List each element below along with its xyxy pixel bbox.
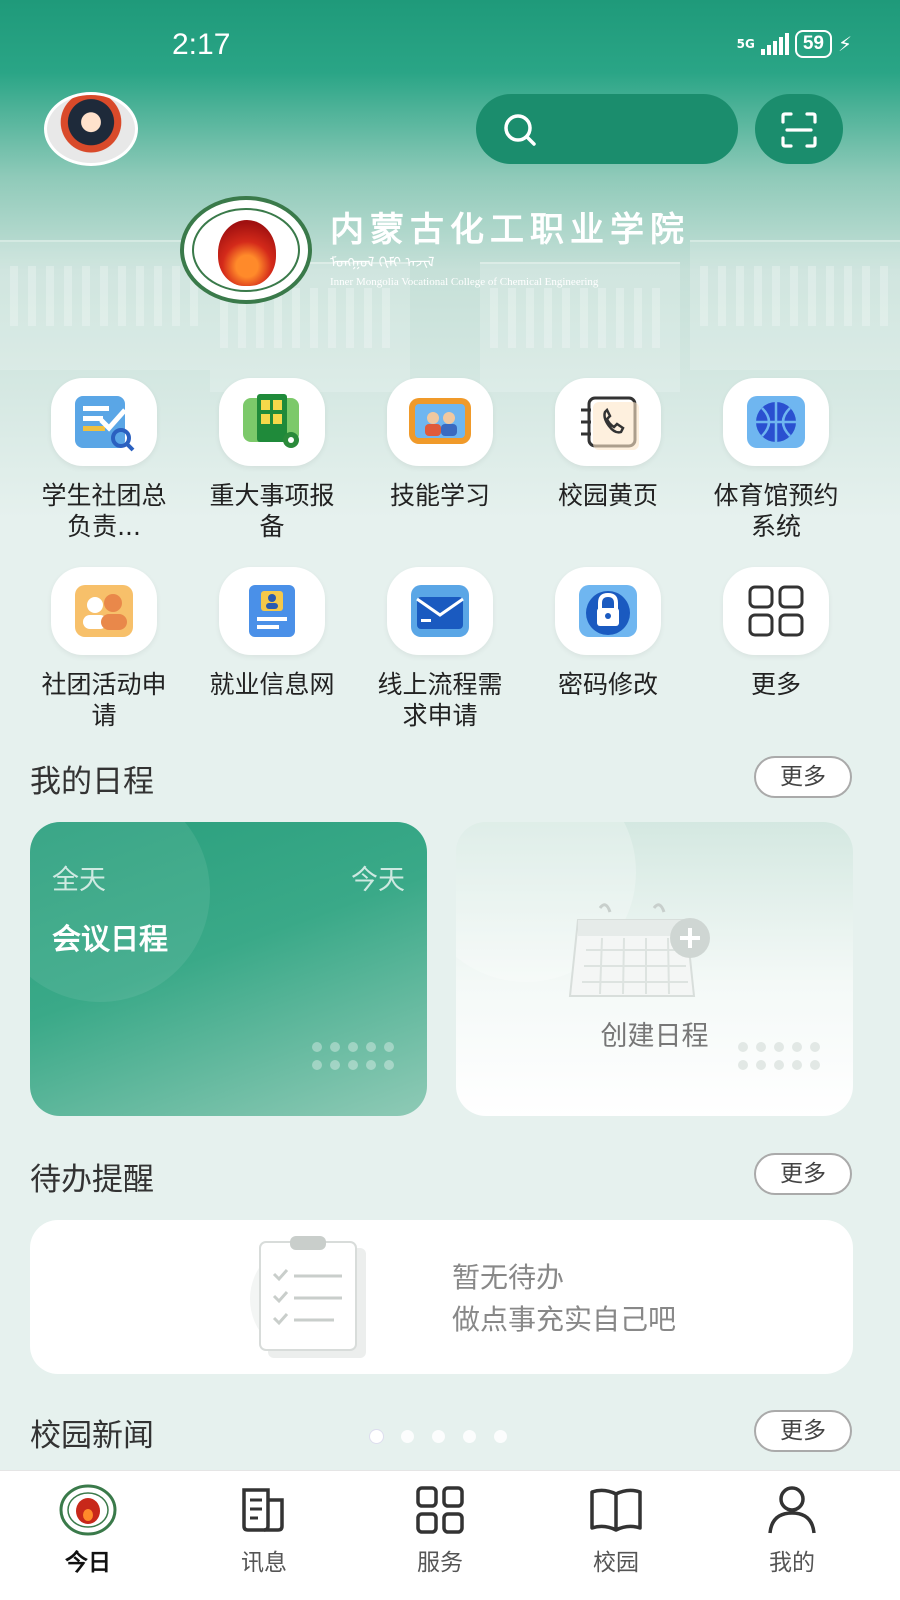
search-icon xyxy=(504,114,536,146)
tab-label: 服务 xyxy=(417,1550,463,1576)
service-club-activity-apply[interactable]: 社团活动申请 xyxy=(20,567,188,742)
phone-book-icon xyxy=(555,378,661,466)
section-title-schedule: 我的日程 xyxy=(30,764,154,800)
envelope-icon xyxy=(387,567,493,655)
bottom-tab-bar: 今日 讯息 服务 校园 我的 xyxy=(0,1470,900,1600)
schedule-day: 今天 xyxy=(351,865,405,896)
tab-campus[interactable]: 校园 xyxy=(556,1481,676,1577)
service-campus-yellow-pages[interactable]: 校园黄页 xyxy=(524,378,692,553)
college-name: 内蒙古化工职业学院 xyxy=(330,210,690,250)
section-title-todo: 待办提醒 xyxy=(30,1162,154,1198)
tab-label: 今日 xyxy=(65,1550,111,1576)
section-title-news: 校园新闻 xyxy=(30,1418,154,1454)
service-password-change[interactable]: 密码修改 xyxy=(524,567,692,742)
clipboard-check-icon xyxy=(51,378,157,466)
battery-level: 59 xyxy=(802,33,824,54)
service-label: 社团活动申请 xyxy=(41,670,167,730)
network-label: 5G xyxy=(736,36,755,51)
status-bar: 2:17 5G 59 ⚡ xyxy=(0,0,900,90)
service-label: 体育馆预约系统 xyxy=(713,481,839,541)
tab-label: 我的 xyxy=(769,1550,815,1576)
tab-profile[interactable]: 我的 xyxy=(732,1481,852,1577)
status-indicators: 5G 59 ⚡ xyxy=(737,30,852,58)
service-label: 密码修改 xyxy=(557,670,658,699)
book-icon xyxy=(590,1488,642,1532)
carousel-indicator xyxy=(370,1430,507,1443)
tab-label: 校园 xyxy=(593,1550,639,1576)
news-more-button[interactable]: 更多 xyxy=(754,1410,852,1452)
service-grid: 学生社团总负责... 重大事项报备 技能学习 校园黄页 体育馆预约系统 社团活动… xyxy=(20,378,880,742)
person-icon xyxy=(768,1486,816,1534)
lock-icon xyxy=(555,567,661,655)
video-learning-icon xyxy=(387,378,493,466)
todo-more-button[interactable]: 更多 xyxy=(754,1153,852,1195)
search-bar[interactable] xyxy=(476,94,738,164)
decor-dots xyxy=(312,1042,394,1070)
college-english-name: Inner Mongolia Vocational College of Che… xyxy=(330,276,599,288)
service-student-club-leader[interactable]: 学生社团总负责... xyxy=(20,378,188,553)
service-label: 技能学习 xyxy=(389,481,490,510)
schedule-all-day: 全天 xyxy=(52,865,106,896)
schedule-more-button[interactable]: 更多 xyxy=(754,756,852,798)
tab-today[interactable]: 今日 xyxy=(28,1481,148,1577)
calendar-icon xyxy=(568,903,710,997)
service-gym-booking[interactable]: 体育馆预约系统 xyxy=(692,378,860,553)
scan-icon xyxy=(781,112,817,148)
message-icon xyxy=(242,1488,284,1532)
tab-messages[interactable]: 讯息 xyxy=(204,1481,324,1577)
service-label: 校园黄页 xyxy=(557,481,658,510)
college-banner: 内蒙古化工职业学院 ᠮᠣᠩᠭᠣᠯ ᠬᠢᠮᠢ ᠠᠵᠢᠯ Inner Mongoli… xyxy=(180,196,720,306)
service-label: 就业信息网 xyxy=(209,670,335,699)
college-logo-icon xyxy=(59,1484,117,1536)
service-label: 更多 xyxy=(750,670,801,699)
todo-empty-subtitle: 做点事充实自己吧 xyxy=(452,1303,677,1336)
service-label: 学生社团总负责... xyxy=(41,481,167,541)
service-employment-info[interactable]: 就业信息网 xyxy=(188,567,356,742)
service-skill-learning[interactable]: 技能学习 xyxy=(356,378,524,553)
id-card-icon xyxy=(219,567,325,655)
service-major-report[interactable]: 重大事项报备 xyxy=(188,378,356,553)
schedule-card[interactable]: 全天 今天 会议日程 xyxy=(30,822,427,1116)
tab-services[interactable]: 服务 xyxy=(380,1481,500,1577)
group-people-icon xyxy=(51,567,157,655)
building-silhouette xyxy=(690,240,900,370)
grid-icon xyxy=(416,1486,464,1534)
decor-dots xyxy=(738,1042,820,1070)
todo-card: 暂无待办 做点事充实自己吧 xyxy=(30,1220,853,1374)
more-grid-icon xyxy=(723,567,829,655)
signal-icon xyxy=(760,33,789,55)
basketball-icon xyxy=(723,378,829,466)
avatar[interactable] xyxy=(44,92,138,166)
status-time: 2:17 xyxy=(172,28,231,61)
building-silhouette xyxy=(0,240,210,370)
college-logo-icon xyxy=(180,196,312,304)
college-mongolian-name: ᠮᠣᠩᠭᠣᠯ ᠬᠢᠮᠢ ᠠᠵᠢᠯ xyxy=(330,255,435,271)
create-schedule-card[interactable]: 创建日程 xyxy=(456,822,853,1116)
charging-icon: ⚡ xyxy=(837,32,852,56)
clipboard-icon xyxy=(250,1236,366,1358)
service-online-process-request[interactable]: 线上流程需求申请 xyxy=(356,567,524,742)
battery-icon: 59 xyxy=(794,30,832,58)
service-label: 重大事项报备 xyxy=(209,481,335,541)
service-label: 线上流程需求申请 xyxy=(377,670,503,730)
tab-label: 讯息 xyxy=(241,1550,287,1576)
report-grid-icon xyxy=(219,378,325,466)
todo-empty-title: 暂无待办 xyxy=(452,1261,565,1294)
service-more[interactable]: 更多 xyxy=(692,567,860,742)
schedule-event-title: 会议日程 xyxy=(52,922,169,956)
scan-button[interactable] xyxy=(755,94,843,164)
